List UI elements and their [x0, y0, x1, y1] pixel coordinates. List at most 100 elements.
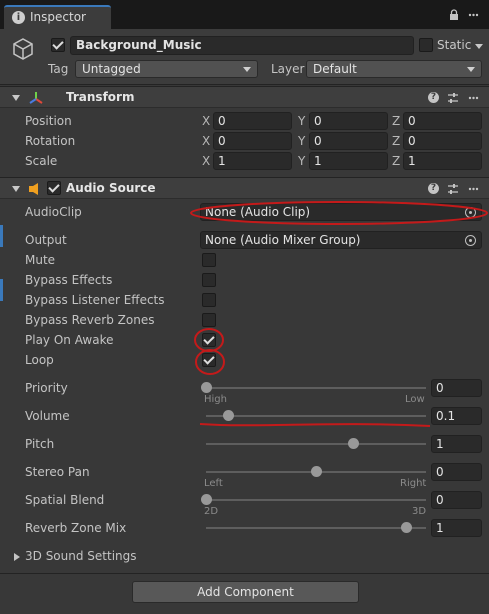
axis-x-label: X — [202, 134, 211, 148]
bypass-listener-effects-checkbox[interactable] — [202, 293, 216, 307]
audio-source-enabled-checkbox[interactable] — [47, 181, 61, 195]
active-checkbox[interactable] — [51, 38, 65, 52]
loop-label: Loop — [25, 353, 54, 367]
axis-z-label: Z — [392, 154, 401, 168]
output-label: Output — [25, 233, 67, 247]
scale-z-field[interactable]: 1 — [403, 152, 482, 170]
output-value: None (Audio Mixer Group) — [205, 233, 361, 247]
bypass-reverb-zones-label: Bypass Reverb Zones — [25, 313, 155, 327]
rotation-x-field[interactable]: 0 — [213, 132, 292, 150]
priority-label: Priority — [25, 381, 68, 395]
rotation-z-field[interactable]: 0 — [403, 132, 482, 150]
selection-edge — [0, 225, 3, 247]
priority-slider-track[interactable] — [206, 387, 426, 389]
transform-axes-icon — [29, 92, 43, 104]
presets-icon[interactable] — [447, 183, 459, 195]
priority-value-field[interactable]: 0 — [431, 379, 482, 397]
bypass-listener-effects-label: Bypass Listener Effects — [25, 293, 165, 307]
loop-checkbox[interactable] — [202, 353, 216, 367]
transform-title: Transform — [66, 90, 135, 104]
pitch-label: Pitch — [25, 437, 55, 451]
bypass-effects-label: Bypass Effects — [25, 273, 113, 287]
reverb-zone-mix-slider-track[interactable] — [206, 527, 426, 529]
tag-label: Tag — [48, 62, 69, 76]
play-on-awake-checkbox[interactable] — [202, 333, 216, 347]
tag-value: Untagged — [82, 62, 141, 76]
object-picker-icon[interactable] — [465, 207, 476, 218]
volume-slider-track[interactable] — [206, 415, 426, 417]
audioclip-value: None (Audio Clip) — [205, 205, 311, 219]
rotation-y-field[interactable]: 0 — [309, 132, 388, 150]
volume-value-field[interactable]: 0.1 — [431, 407, 482, 425]
axis-y-label: Y — [298, 134, 306, 148]
spatial-blend-slider-track[interactable] — [206, 499, 426, 501]
axis-x-label: X — [202, 154, 211, 168]
axis-y-label: Y — [298, 114, 306, 128]
tab-inspector[interactable]: i Inspector — [4, 5, 111, 29]
object-picker-icon[interactable] — [465, 235, 476, 246]
transform-header[interactable]: Transform ? — [0, 86, 489, 108]
info-icon: i — [12, 11, 25, 24]
stereo-pan-label: Stereo Pan — [25, 465, 90, 479]
help-icon[interactable]: ? — [428, 92, 439, 103]
chevron-down-icon[interactable] — [475, 44, 483, 49]
stereo-pan-min-label: Left — [204, 478, 223, 489]
tag-dropdown[interactable]: Untagged — [75, 60, 258, 78]
spatial-blend-slider-thumb[interactable] — [200, 494, 212, 505]
speaker-icon — [29, 183, 38, 195]
chevron-down-icon — [467, 67, 475, 72]
tab-title: Inspector — [30, 10, 86, 24]
priority-max-label: Low — [405, 394, 425, 405]
reverb-zone-mix-slider-thumb[interactable] — [400, 522, 412, 533]
reverb-zone-mix-value-field[interactable]: 1 — [431, 519, 482, 537]
volume-label: Volume — [25, 409, 70, 423]
lock-icon[interactable] — [449, 9, 459, 20]
stereo-pan-slider-thumb[interactable] — [310, 466, 322, 477]
output-field[interactable]: None (Audio Mixer Group) — [200, 231, 482, 249]
bypass-effects-checkbox[interactable] — [202, 273, 216, 287]
kebab-menu-icon[interactable] — [468, 93, 479, 103]
foldout-arrow-icon[interactable] — [14, 553, 20, 561]
pitch-value-field[interactable]: 1 — [431, 435, 482, 453]
mute-checkbox[interactable] — [202, 253, 216, 267]
audioclip-field[interactable]: None (Audio Clip) — [200, 203, 482, 221]
kebab-menu-icon[interactable] — [468, 10, 479, 20]
chevron-down-icon — [243, 67, 251, 72]
foldout-arrow-icon[interactable] — [12, 95, 20, 101]
audioclip-label: AudioClip — [25, 205, 82, 219]
kebab-menu-icon[interactable] — [468, 184, 479, 194]
stereo-pan-value-field[interactable]: 0 — [431, 463, 482, 481]
annotation-volume-underline — [199, 423, 431, 427]
static-checkbox[interactable] — [419, 38, 433, 52]
volume-slider-thumb[interactable] — [222, 410, 234, 421]
position-z-field[interactable]: 0 — [403, 112, 482, 130]
layer-dropdown[interactable]: Default — [306, 60, 482, 78]
pitch-slider-track[interactable] — [206, 443, 426, 445]
scale-y-field[interactable]: 1 — [309, 152, 388, 170]
add-component-button[interactable]: Add Component — [132, 581, 359, 603]
presets-icon[interactable] — [447, 92, 459, 104]
spatial-blend-value-field[interactable]: 0 — [431, 491, 482, 509]
axis-z-label: Z — [392, 114, 401, 128]
scale-x-field[interactable]: 1 — [213, 152, 292, 170]
selection-edge — [0, 279, 3, 301]
spatial-blend-max-label: 3D — [412, 506, 427, 517]
priority-min-label: High — [204, 394, 227, 405]
axis-z-label: Z — [392, 134, 401, 148]
foldout-arrow-icon[interactable] — [12, 186, 20, 192]
audio-source-header[interactable]: Audio Source ? — [0, 177, 489, 199]
help-icon[interactable]: ? — [428, 183, 439, 194]
3d-sound-settings-foldout[interactable]: 3D Sound Settings — [25, 549, 137, 563]
position-y-field[interactable]: 0 — [309, 112, 388, 130]
reverb-zone-mix-label: Reverb Zone Mix — [25, 521, 127, 535]
scale-label: Scale — [25, 154, 58, 168]
gameobject-cube-icon[interactable] — [10, 36, 36, 62]
play-on-awake-label: Play On Awake — [25, 333, 114, 347]
pitch-slider-thumb[interactable] — [347, 438, 359, 449]
audio-source-title: Audio Source — [66, 181, 156, 195]
bypass-reverb-zones-checkbox[interactable] — [202, 313, 216, 327]
priority-slider-thumb[interactable] — [200, 382, 212, 393]
position-x-field[interactable]: 0 — [213, 112, 292, 130]
object-name-field[interactable]: Background_Music — [70, 36, 414, 55]
static-label: Static — [437, 38, 472, 52]
